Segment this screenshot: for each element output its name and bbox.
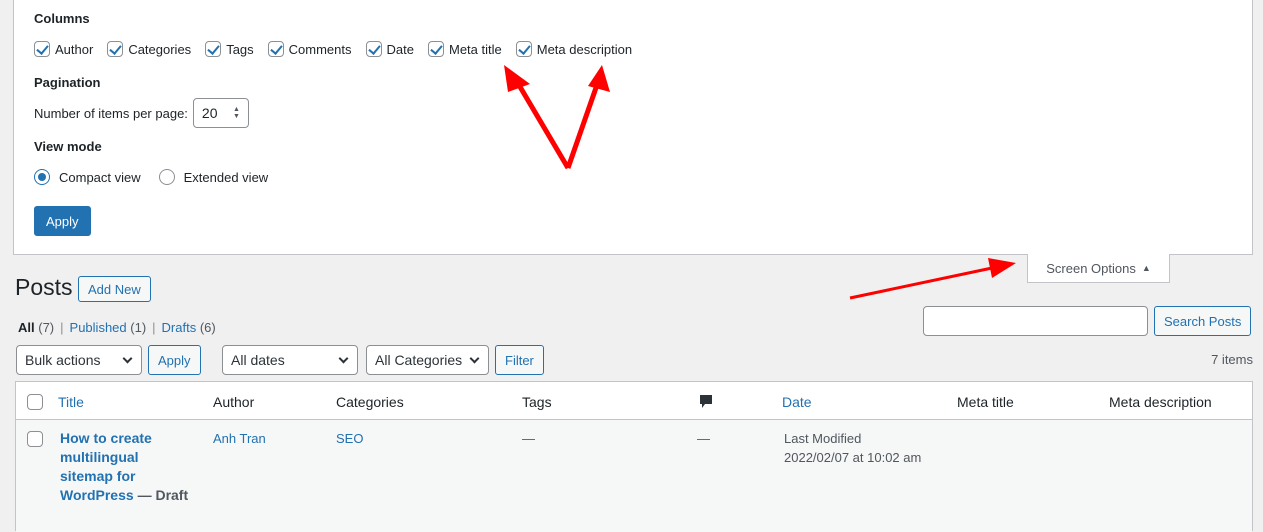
chevron-down-icon — [338, 353, 349, 364]
select-all-checkbox[interactable] — [27, 394, 43, 410]
per-page-input[interactable]: 20 ▲ ▼ — [192, 98, 249, 128]
view-mode-extended[interactable]: Extended view — [158, 169, 269, 185]
posts-table: Title Author Categories Tags Date Meta t… — [15, 381, 1253, 532]
columns-legend: Columns — [34, 11, 90, 26]
filter-button[interactable]: Filter — [495, 345, 544, 375]
column-date[interactable]: Date — [782, 394, 812, 410]
post-date-value: 2022/02/07 at 10:02 am — [784, 450, 922, 465]
checkbox-meta-description[interactable] — [515, 41, 532, 57]
column-toggle-meta-title[interactable]: Meta title — [427, 41, 502, 57]
per-page-value: 20 — [201, 105, 218, 121]
search-posts-button[interactable]: Search Posts — [1154, 306, 1252, 336]
column-categories: Categories — [336, 394, 404, 410]
per-page-label: Number of items per page: — [34, 105, 188, 121]
radio-label: Compact view — [59, 169, 141, 185]
column-title[interactable]: Title — [58, 394, 84, 410]
view-mode-row: Compact view Extended view — [34, 169, 286, 185]
column-toggle-author[interactable]: Author — [34, 41, 93, 57]
pagination-legend: Pagination — [34, 75, 101, 90]
checkbox-label: Meta title — [448, 41, 502, 57]
post-author-link[interactable]: Anh Tran — [213, 429, 266, 448]
comments-icon — [699, 394, 713, 413]
checkbox-label: Categories — [128, 41, 192, 57]
chevron-down-icon — [122, 353, 133, 364]
search-input[interactable] — [923, 306, 1148, 336]
dates-filter-value: All dates — [231, 352, 285, 368]
column-toggle-comments[interactable]: Comments — [267, 41, 352, 57]
column-meta-description: Meta description — [1109, 394, 1212, 410]
column-toggle-date[interactable]: Date — [365, 41, 414, 57]
post-title-cell: How to create multilingual sitemap for W… — [60, 429, 188, 505]
screen-options-apply-button[interactable]: Apply — [34, 206, 91, 236]
categories-filter-select[interactable]: All Categories — [366, 345, 489, 375]
bulk-actions-value: Bulk actions — [25, 352, 101, 368]
annotation-arrow-screen-options — [849, 258, 1016, 300]
view-published[interactable]: Published (1) — [70, 320, 147, 335]
stepper-arrows-icon[interactable]: ▲ ▼ — [233, 106, 240, 120]
view-mode-legend: View mode — [34, 139, 102, 154]
view-all[interactable]: All (7) — [18, 320, 54, 335]
post-date-status: Last Modified — [784, 431, 862, 446]
screen-options-tab[interactable]: Screen Options ▲ — [1027, 254, 1170, 283]
column-toggle-categories[interactable]: Categories — [107, 41, 191, 57]
checkbox-label: Tags — [226, 41, 254, 57]
checkbox-date[interactable] — [365, 41, 382, 57]
radio-extended[interactable] — [158, 169, 175, 185]
row-checkbox[interactable] — [27, 431, 43, 447]
items-count: 7 items — [1211, 352, 1253, 367]
checkbox-meta-title[interactable] — [427, 41, 444, 57]
view-drafts[interactable]: Drafts (6) — [162, 320, 216, 335]
chevron-down-icon — [469, 353, 480, 364]
table-header: Title Author Categories Tags Date Meta t… — [16, 382, 1252, 420]
bulk-actions-select[interactable]: Bulk actions — [16, 345, 142, 375]
separator: | — [152, 320, 156, 335]
triangle-up-icon: ▲ — [1141, 263, 1151, 273]
checkbox-comments[interactable] — [267, 41, 284, 57]
checkbox-label: Author — [55, 41, 94, 57]
columns-checkbox-row: Author Categories Tags Comments Date Met… — [34, 41, 646, 57]
radio-compact[interactable] — [34, 169, 50, 185]
post-status-views: All (7) | Published (1) | Drafts (6) — [18, 320, 216, 335]
checkbox-author[interactable] — [34, 41, 50, 57]
radio-label: Extended view — [183, 169, 269, 185]
categories-filter-value: All Categories — [375, 352, 463, 368]
separator: | — [60, 320, 64, 335]
per-page-row: Number of items per page: 20 ▲ ▼ — [34, 98, 249, 128]
table-row: How to create multilingual sitemap for W… — [16, 420, 1252, 532]
checkbox-tags[interactable] — [205, 41, 222, 57]
page-title: Posts — [15, 274, 73, 300]
checkbox-categories[interactable] — [107, 41, 124, 57]
screen-options-panel: Columns Author Categories Tags Comments … — [13, 0, 1253, 255]
screen-options-tab-label: Screen Options — [1046, 260, 1136, 276]
view-mode-compact[interactable]: Compact view — [34, 169, 141, 185]
post-category-link[interactable]: SEO — [336, 429, 363, 448]
checkbox-label: Meta description — [536, 41, 633, 57]
add-new-button[interactable]: Add New — [78, 276, 151, 302]
post-tags: — — [522, 431, 535, 446]
column-meta-title: Meta title — [957, 394, 1014, 410]
dates-filter-select[interactable]: All dates — [222, 345, 358, 375]
checkbox-label: Comments — [288, 41, 352, 57]
checkbox-label: Date — [386, 41, 414, 57]
column-toggle-tags[interactable]: Tags — [205, 41, 254, 57]
post-comments: — — [697, 431, 710, 446]
column-tags: Tags — [522, 394, 552, 410]
post-state: — Draft — [137, 487, 189, 503]
bulk-apply-button[interactable]: Apply — [148, 345, 201, 375]
post-date-cell: Last Modified 2022/02/07 at 10:02 am — [784, 429, 921, 467]
column-toggle-meta-description[interactable]: Meta description — [515, 41, 633, 57]
column-author: Author — [213, 394, 255, 410]
